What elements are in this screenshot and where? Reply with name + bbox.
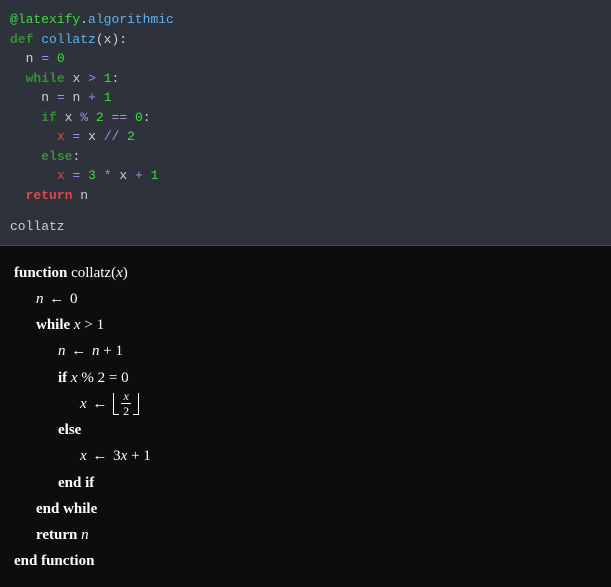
return-keyword: return	[26, 188, 73, 203]
floor-left-icon	[113, 393, 119, 415]
pseudo-endwhile: end while	[14, 496, 599, 522]
pseudo-else: else	[14, 417, 599, 443]
def-keyword: def	[10, 32, 33, 47]
at-symbol: @	[10, 12, 18, 27]
decorator-attr: algorithmic	[88, 12, 174, 27]
dot: .	[80, 12, 88, 27]
code-line-def: def collatz(x):	[10, 30, 601, 50]
code-line-n0: n = 0	[10, 49, 601, 69]
code-line-return: return n	[10, 186, 601, 206]
floor-expression: x2	[113, 393, 139, 415]
pseudo-if: if x % 2 = 0	[14, 365, 599, 391]
output-repr: collatz	[10, 213, 601, 237]
code-line-else: else:	[10, 147, 601, 167]
pseudo-xfloor: x ← x2	[14, 391, 599, 417]
code-line-ninc: n = n + 1	[10, 88, 601, 108]
code-line-while: while x > 1:	[10, 69, 601, 89]
code-line-decorator: @latexify.algorithmic	[10, 10, 601, 30]
code-line-if: if x % 2 == 0:	[10, 108, 601, 128]
decorator-module: latexify	[18, 12, 80, 27]
pseudo-ninc: n ← n + 1	[14, 338, 599, 364]
floor-right-icon	[133, 393, 139, 415]
func-name: collatz	[41, 32, 96, 47]
pseudo-n0: n ← 0	[14, 286, 599, 312]
while-keyword: while	[26, 71, 65, 86]
else-keyword: else	[41, 149, 72, 164]
code-line-x3x1: x = 3 * x + 1	[10, 166, 601, 186]
fraction: x2	[121, 390, 131, 417]
pseudo-endfunction: end function	[14, 548, 599, 574]
pseudo-function: function collatz(x)	[14, 260, 599, 286]
pseudocode-output: function collatz(x) n ← 0 while x > 1 n …	[0, 246, 611, 587]
pseudo-return: return n	[14, 522, 599, 548]
pseudo-while: while x > 1	[14, 312, 599, 338]
code-line-xdiv: x = x // 2	[10, 127, 601, 147]
if-keyword: if	[41, 110, 57, 125]
pseudo-endif: end if	[14, 470, 599, 496]
pseudo-x3x1: x ← 3x + 1	[14, 443, 599, 469]
code-editor-block: @latexify.algorithmic def collatz(x): n …	[0, 0, 611, 246]
